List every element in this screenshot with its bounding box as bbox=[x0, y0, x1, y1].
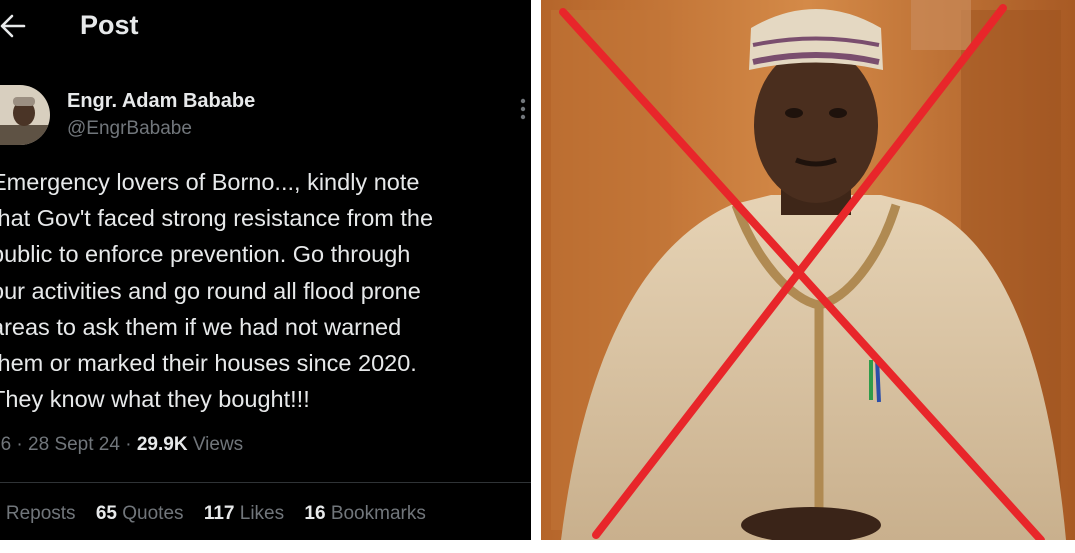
tweet-line: them or marked their houses since 2020. bbox=[0, 350, 417, 377]
quotes-label: Quotes bbox=[122, 503, 184, 524]
post-panel: Post Engr. Adam Bababe @EngrBababe Emerg… bbox=[0, 0, 531, 540]
likes-stat[interactable]: 117 Likes bbox=[204, 503, 284, 525]
more-vertical-icon[interactable] bbox=[518, 96, 528, 122]
page-title: Post bbox=[80, 10, 139, 40]
tweet-line: public to enforce prevention. Go through bbox=[0, 241, 411, 268]
quotes-count: 65 bbox=[95, 503, 117, 524]
author-name[interactable]: Engr. Adam Bababe bbox=[67, 90, 255, 113]
avatar[interactable] bbox=[0, 85, 50, 145]
views-count: 29.9K bbox=[136, 434, 188, 455]
reposts-stat[interactable]: 8 Reposts bbox=[0, 503, 76, 525]
views-label: Views bbox=[192, 434, 244, 455]
tweet-text: Emergency lovers of Borno..., kindly not… bbox=[0, 164, 531, 417]
reposts-count: 8 bbox=[0, 503, 1, 524]
likes-label: Likes bbox=[239, 503, 285, 524]
arrow-left-icon[interactable] bbox=[0, 10, 30, 42]
quotes-stat[interactable]: 65 Quotes bbox=[96, 503, 184, 525]
face bbox=[754, 47, 878, 203]
divider bbox=[0, 482, 531, 483]
tweet-line: areas to ask them if we had not warned bbox=[0, 313, 402, 340]
portrait-illustration bbox=[541, 0, 1075, 540]
tweet-line: They know what they bought!!! bbox=[0, 386, 310, 413]
tweet-line: our activities and go round all flood pr… bbox=[0, 277, 421, 304]
tweet-line: Emergency lovers of Borno..., kindly not… bbox=[0, 169, 420, 195]
post-meta: 36 · 28 Sept 24 · 29.9K Views bbox=[0, 434, 243, 456]
reposts-label: Reposts bbox=[5, 503, 76, 524]
post-date[interactable]: 28 Sept 24 bbox=[28, 434, 120, 455]
bookmarks-label: Bookmarks bbox=[330, 503, 426, 524]
engagement-stats: 8 Reposts 65 Quotes 117 Likes 16 Bookmar… bbox=[0, 503, 441, 525]
likes-count: 117 bbox=[203, 503, 235, 524]
author-handle[interactable]: @EngrBababe bbox=[67, 118, 192, 140]
portrait-photo bbox=[541, 0, 1075, 540]
bookmarks-count: 16 bbox=[304, 503, 326, 524]
tweet-line: that Gov't faced strong resistance from … bbox=[0, 205, 434, 232]
post-header: Post bbox=[0, 0, 531, 55]
bookmarks-stat[interactable]: 16 Bookmarks bbox=[304, 503, 425, 525]
post-time[interactable]: 36 bbox=[0, 434, 11, 455]
